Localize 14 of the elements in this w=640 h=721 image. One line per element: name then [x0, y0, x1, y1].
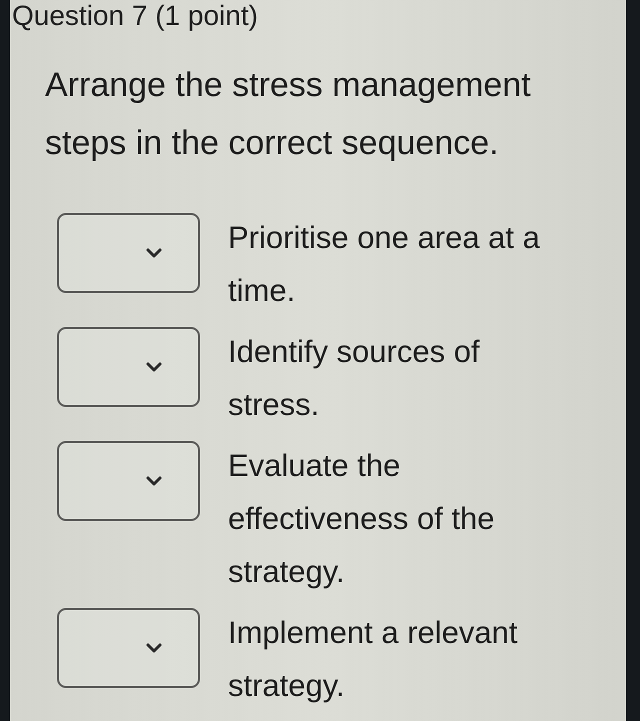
chevron-down-icon	[146, 362, 162, 372]
question-prompt: Arrange the stress management steps in the correct sequence.	[45, 65, 532, 164]
step-text: Identify sources of stress.	[228, 333, 481, 424]
order-dropdown[interactable]	[57, 608, 200, 688]
chevron-down-icon	[146, 643, 162, 653]
step-text: Implement a relevant strategy.	[228, 614, 518, 705]
step-text: Evaluate the effectiveness of the strategy.	[228, 447, 496, 591]
order-dropdown[interactable]	[57, 213, 200, 293]
step-text: Prioritise one area at a time.	[228, 219, 541, 310]
order-dropdown[interactable]	[57, 441, 200, 521]
chevron-down-icon	[146, 248, 162, 258]
chevron-down-icon	[146, 476, 162, 486]
order-dropdown[interactable]	[57, 327, 200, 407]
question-title: Question 7 (1 point)	[12, 0, 258, 32]
